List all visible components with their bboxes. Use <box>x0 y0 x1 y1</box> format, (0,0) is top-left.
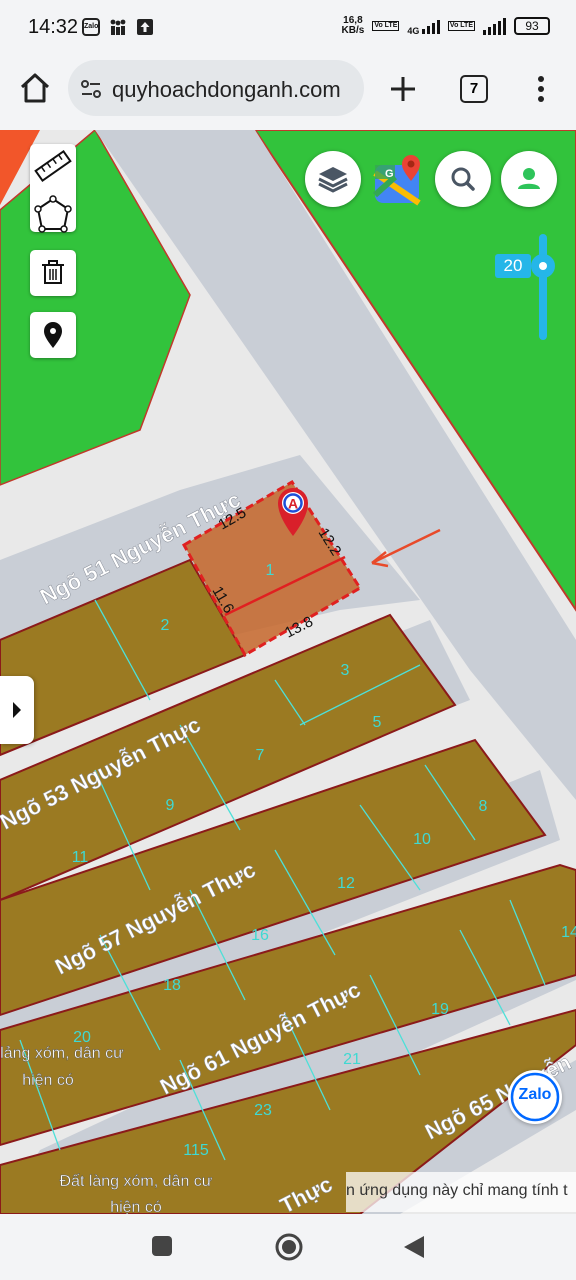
parcel-number-12: 12 <box>337 875 355 892</box>
parcel-number-14: 14 <box>561 924 576 941</box>
user-icon <box>518 168 540 189</box>
village-label-2-line1: Đất làng xóm, dân cư <box>59 1173 212 1190</box>
village-label-1-line1: lảng xóm, dân cư <box>0 1045 124 1062</box>
map-pin-icon <box>44 322 62 348</box>
home-nav-icon[interactable] <box>274 1232 304 1262</box>
parcel-number-21: 21 <box>343 1051 361 1068</box>
disclaimer-text: n ứng dụng này chỉ mang tính t <box>346 1182 568 1199</box>
layers-icon <box>318 167 348 193</box>
zalo-icon: Zalo <box>82 18 100 36</box>
side-panel-toggle[interactable] <box>0 676 34 744</box>
village-label-2-line2: hiện có <box>110 1199 162 1214</box>
parcel-number-3: 3 <box>341 662 350 679</box>
zoom-slider-handle[interactable] <box>531 254 555 278</box>
parcel-number-10: 10 <box>413 831 431 848</box>
system-nav-bar <box>0 1214 576 1280</box>
url-text: quyhoachdonganh.com <box>112 77 341 102</box>
zalo-label: Zalo <box>518 1086 552 1103</box>
parcel-number-18: 18 <box>163 977 181 994</box>
more-menu-icon[interactable] <box>530 73 552 105</box>
parcel-number-23: 23 <box>254 1102 272 1119</box>
parcel-number-115: 115 <box>183 1142 209 1159</box>
polygon-area-icon[interactable] <box>30 193 76 237</box>
volte-badge-2: Vo LTE <box>447 21 475 31</box>
signal-icon <box>421 16 440 34</box>
site-settings-icon[interactable] <box>80 78 102 100</box>
new-tab-icon[interactable] <box>388 74 418 104</box>
disclaimer-banner: n ứng dụng này chỉ mang tính t <box>346 1172 576 1212</box>
network-speed: 16,8 KB/s <box>342 16 365 36</box>
parcel-number-7: 7 <box>256 747 265 764</box>
status-right: 16,8 KB/s Vo LTE 4G Vo LTE 93 <box>342 16 550 36</box>
signal-4g: 4G <box>407 16 440 36</box>
upload-icon <box>137 19 153 35</box>
people-icon <box>110 19 126 35</box>
google-maps-button[interactable]: G <box>371 151 427 207</box>
google-maps-icon: G <box>372 155 421 206</box>
tab-switcher-button[interactable]: 7 <box>460 75 488 103</box>
search-button[interactable] <box>435 151 491 207</box>
parcel-number-1: 1 <box>266 562 275 579</box>
zoom-slider-track[interactable] <box>539 234 547 340</box>
parcel-number-5: 5 <box>373 714 382 731</box>
ruler-icon[interactable] <box>30 144 76 188</box>
browser-toolbar: quyhoachdonganh.com 7 <box>0 56 576 130</box>
marker-letter: A <box>288 496 298 512</box>
status-time: 14:32 <box>28 16 79 38</box>
parcel-number-11: 11 <box>72 849 89 866</box>
zalo-chat-button[interactable]: Zalo <box>508 1070 562 1124</box>
parcel-number-16: 16 <box>251 927 269 944</box>
parcel-number-20: 20 <box>73 1029 91 1046</box>
chevron-right-icon <box>13 702 21 718</box>
network-type: 4G <box>407 26 420 36</box>
parcel-number-19: 19 <box>431 1001 449 1018</box>
zoom-level-label: 20 <box>495 254 531 278</box>
parcel-number-8: 8 <box>479 798 488 815</box>
search-icon <box>451 167 475 191</box>
battery-indicator: 93 <box>514 17 550 35</box>
trash-icon <box>42 260 64 284</box>
notification-icons: Zalo <box>82 18 154 36</box>
parcel-number-2: 2 <box>161 617 170 634</box>
map-canvas[interactable]: A Ngõ 51 Nguyễn Thực Ngõ 53 Nguyễn Thực … <box>0 130 576 1214</box>
measure-tools <box>30 144 76 233</box>
address-bar[interactable]: quyhoachdonganh.com <box>68 60 364 116</box>
account-button[interactable] <box>501 151 557 207</box>
delete-button[interactable] <box>30 250 76 296</box>
place-marker-button[interactable] <box>30 312 76 358</box>
svg-text:G: G <box>385 168 394 180</box>
volte-badge: Vo LTE <box>372 21 400 31</box>
parcel-number-9: 9 <box>166 797 175 814</box>
signal-icon-2 <box>483 17 506 35</box>
back-icon[interactable] <box>402 1234 426 1260</box>
status-bar: 14:32 Zalo 16,8 KB/s Vo LTE 4G Vo LTE 93 <box>0 0 576 56</box>
layers-button[interactable] <box>305 151 361 207</box>
home-icon[interactable] <box>18 71 52 105</box>
village-label-1-line2: hiện có <box>22 1072 74 1089</box>
network-speed-unit: KB/s <box>341 25 365 36</box>
planning-map[interactable]: A Ngõ 51 Nguyễn Thực Ngõ 53 Nguyễn Thực … <box>0 130 576 1214</box>
recent-apps-icon[interactable] <box>150 1234 174 1258</box>
